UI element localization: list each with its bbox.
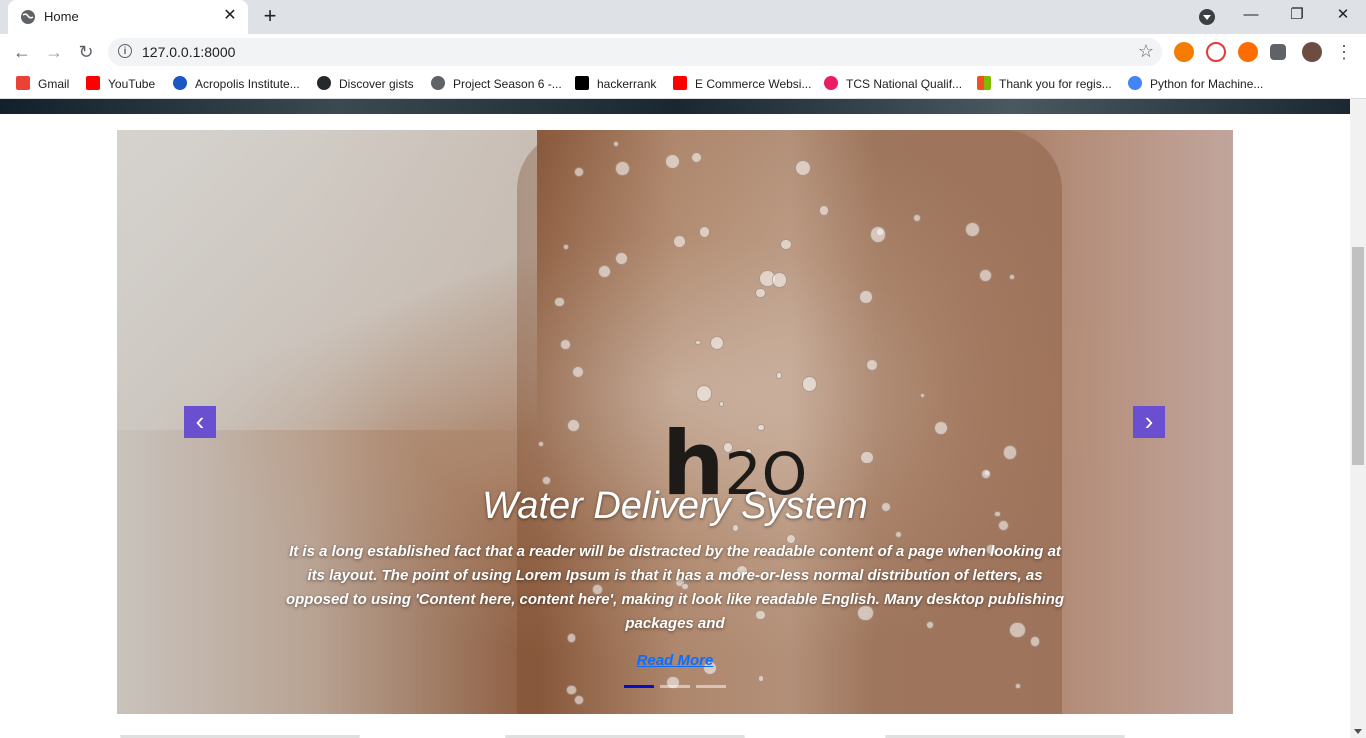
read-more-link[interactable]: Read More	[117, 652, 1233, 669]
tab-title: Home	[44, 9, 79, 24]
bookmark-star-icon[interactable]: ☆	[1138, 41, 1154, 62]
gmail-icon	[16, 76, 30, 90]
restore-button[interactable]: ❐	[1274, 0, 1320, 32]
bookmark-thank-you[interactable]: Thank you for regis...	[977, 76, 1112, 92]
address-bar[interactable]: i 127.0.0.1:8000 ☆	[108, 38, 1162, 66]
url-text[interactable]: 127.0.0.1:8000	[142, 44, 235, 60]
bubble	[979, 268, 993, 282]
microsoft-icon	[977, 76, 991, 90]
reload-button[interactable]: ↻	[74, 40, 98, 64]
indicator-1[interactable]	[624, 685, 654, 688]
indicator-3[interactable]	[696, 685, 726, 688]
bookmark-acropolis[interactable]: Acropolis Institute...	[173, 76, 300, 92]
tab-close-button[interactable]: ✕	[220, 6, 240, 26]
scrollbar-thumb[interactable]	[1352, 247, 1364, 465]
youtube-icon	[86, 76, 100, 90]
bubble	[965, 221, 981, 237]
bubble	[614, 252, 628, 266]
bubble	[794, 159, 811, 177]
slide-text: It is a long established fact that a rea…	[285, 543, 1065, 632]
bubble	[1002, 445, 1018, 460]
bubble	[566, 684, 577, 695]
page-content: h2O ‹ › Water Delivery System It is a lo…	[0, 99, 1350, 738]
carousel-background	[117, 130, 537, 430]
bookmarks-bar: Gmail YouTube Acropolis Institute... Dis…	[0, 70, 1366, 99]
slide-title: Water Delivery System	[482, 485, 868, 527]
acropolis-icon	[173, 76, 187, 90]
bubble	[537, 440, 544, 447]
bubble	[573, 694, 584, 705]
google-icon	[1128, 76, 1142, 90]
hero-carousel: h2O ‹ › Water Delivery System It is a lo…	[117, 130, 1233, 714]
bubble	[698, 226, 711, 238]
bubble	[859, 290, 873, 304]
new-tab-button[interactable]: +	[258, 5, 282, 29]
bubble	[757, 675, 765, 682]
tab-strip: Home ✕ + — ❐ ✕	[0, 0, 1366, 34]
bookmark-gmail[interactable]: Gmail	[16, 76, 69, 92]
bubble	[913, 213, 922, 222]
back-button[interactable]: ←	[10, 40, 34, 64]
bubble	[614, 160, 630, 176]
tab-home[interactable]: Home ✕	[8, 0, 248, 34]
scroll-down-arrow[interactable]	[1354, 729, 1362, 734]
bubble	[933, 421, 948, 436]
extension-1-icon[interactable]	[1174, 42, 1194, 62]
bubble	[771, 272, 788, 288]
browser-toolbar: ← → ↻ i 127.0.0.1:8000 ☆ ⋮	[0, 34, 1366, 70]
menu-button[interactable]: ⋮	[1332, 40, 1356, 64]
bubble	[818, 204, 830, 216]
extensions-puzzle-icon[interactable]	[1270, 44, 1286, 60]
bookmark-tcs[interactable]: TCS National Qualif...	[824, 76, 962, 92]
globe-icon	[21, 10, 35, 24]
indicator-2[interactable]	[660, 685, 690, 688]
bookmark-project-season[interactable]: Project Season 6 -...	[431, 76, 562, 92]
profile-avatar[interactable]	[1302, 42, 1322, 62]
bubble	[894, 530, 902, 538]
bookmark-hackerrank[interactable]: hackerrank	[575, 76, 656, 92]
carousel-next-button[interactable]: ›	[1133, 406, 1165, 438]
carousel-prev-button[interactable]: ‹	[184, 406, 216, 438]
tab-search-icon[interactable]	[1199, 9, 1215, 25]
bubble	[866, 359, 878, 371]
bookmark-gists[interactable]: Discover gists	[317, 76, 414, 92]
site-info-icon[interactable]: i	[118, 44, 132, 58]
bubble	[562, 244, 569, 251]
minimize-button[interactable]: —	[1228, 0, 1274, 32]
header-image-strip	[0, 99, 1350, 114]
github-icon	[317, 76, 331, 90]
tcs-icon	[824, 76, 838, 90]
bubble	[1029, 636, 1041, 647]
bubble	[1008, 273, 1015, 280]
globe-icon	[431, 76, 445, 90]
bookmark-ecommerce[interactable]: E Commerce Websi...	[673, 76, 811, 92]
bubble	[542, 476, 551, 485]
bubble	[1015, 683, 1021, 689]
bookmark-python-ml[interactable]: Python for Machine...	[1128, 76, 1263, 92]
bubble	[566, 419, 580, 433]
extension-3-icon[interactable]	[1238, 42, 1258, 62]
page-scrollbar[interactable]	[1350, 99, 1366, 738]
bookmark-youtube[interactable]: YouTube	[86, 76, 155, 92]
bubble	[597, 265, 611, 279]
extension-2-icon[interactable]	[1206, 42, 1226, 62]
bubble	[755, 287, 766, 299]
forward-button[interactable]: →	[42, 40, 66, 64]
youtube-icon	[673, 76, 687, 90]
bubble	[775, 372, 782, 379]
close-window-button[interactable]: ✕	[1320, 0, 1366, 32]
carousel-indicators	[624, 685, 734, 688]
hackerrank-icon	[575, 76, 589, 90]
